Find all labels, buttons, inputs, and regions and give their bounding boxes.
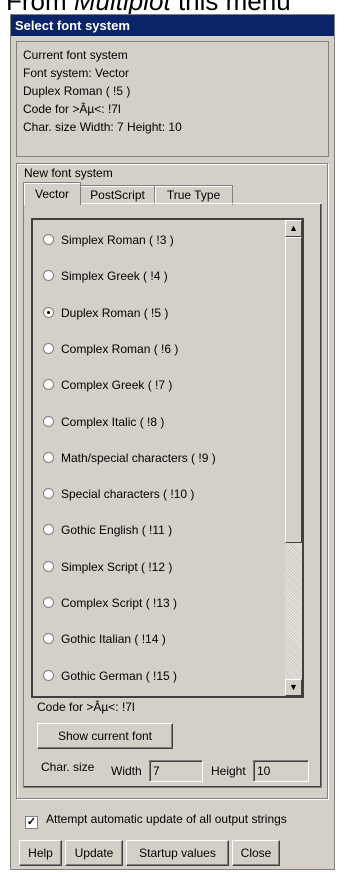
current-heading: Current font system xyxy=(23,48,128,62)
radio-button[interactable] xyxy=(43,597,54,608)
current-font-info: Current font system Font system: Vector … xyxy=(16,41,329,157)
font-radio-label: Simplex Greek ( !4 ) xyxy=(61,269,168,284)
height-label: Height xyxy=(211,764,246,778)
font-radio-label: Gothic Italian ( !14 ) xyxy=(61,632,166,647)
radio-button[interactable] xyxy=(43,415,54,427)
radio-button[interactable] xyxy=(43,669,54,681)
font-radio-item[interactable]: Gothic Italian ( !14 ) xyxy=(43,629,166,649)
font-radio-item[interactable]: Complex Roman ( !6 ) xyxy=(43,339,178,359)
tab-postscript[interactable]: PostScript xyxy=(79,185,156,205)
font-radio-label: Simplex Roman ( !3 ) xyxy=(61,233,174,247)
font-radio-label: Simplex Script ( !12 ) xyxy=(61,559,173,574)
font-radio-item[interactable]: Duplex Roman ( !5 ) xyxy=(43,303,168,323)
font-radio-item[interactable]: Simplex Script ( !12 ) xyxy=(43,557,172,577)
radio-button[interactable] xyxy=(43,488,54,500)
radio-button[interactable] xyxy=(43,451,54,463)
auto-update-label: Attempt automatic update of all output s… xyxy=(46,812,287,826)
width-label: Width xyxy=(111,764,142,778)
scroll-down-icon[interactable]: ▼ xyxy=(285,679,302,696)
new-font-group: New font system Vector PostScript True T… xyxy=(16,163,329,800)
current-code: Code for >Âµ<: !7l xyxy=(23,102,121,116)
scroll-thumb[interactable] xyxy=(285,237,302,543)
radio-button[interactable] xyxy=(43,306,54,318)
radio-button[interactable] xyxy=(43,524,54,536)
radio-button[interactable] xyxy=(43,633,54,645)
current-char-size: Char. size Width: 7 Height: 10 xyxy=(23,120,182,134)
radio-button[interactable] xyxy=(43,342,54,354)
font-radio-label: Duplex Roman ( !5 ) xyxy=(61,305,169,320)
scroll-up-icon[interactable]: ▲ xyxy=(285,220,302,237)
font-radio-item[interactable]: Gothic English ( !11 ) xyxy=(43,520,172,540)
font-radio-label: Complex Greek ( !7 ) xyxy=(61,378,173,393)
current-font-system: Font system: Vector xyxy=(23,66,130,80)
radio-button[interactable] xyxy=(43,270,54,282)
font-radio-item[interactable]: Simplex Greek ( !4 ) xyxy=(43,266,168,286)
current-font: Duplex Roman ( !5 ) xyxy=(23,84,131,98)
tab-truetype[interactable]: True Type xyxy=(154,185,233,205)
font-radio-label: Gothic German ( !15 ) xyxy=(61,668,178,683)
font-radio-label: Special characters ( !10 ) xyxy=(61,487,195,502)
font-radio-label: Complex Roman ( !6 ) xyxy=(61,341,179,356)
code-line: Code for >Âµ<: !7l xyxy=(37,700,135,714)
font-radio-item[interactable]: Complex Greek ( !7 ) xyxy=(43,375,172,395)
font-radio-label: Gothic English ( !11 ) xyxy=(61,523,173,538)
checkmark-icon: ✓ xyxy=(26,816,37,828)
font-radio-label: Math/special characters ( !9 ) xyxy=(61,450,216,465)
select-font-dialog: Select font system Current font system F… xyxy=(10,14,335,870)
char-size-label: Char. size xyxy=(41,760,95,774)
width-field[interactable]: 7 xyxy=(149,760,203,782)
height-field[interactable]: 10 xyxy=(253,760,309,782)
font-list-scrollbar[interactable]: ▲ ▼ xyxy=(285,220,302,696)
font-radio-label: Complex Italic ( !8 ) xyxy=(61,414,165,429)
auto-update-row[interactable]: ✓ Attempt automatic update of all output … xyxy=(25,812,287,829)
font-radio-item[interactable]: Special characters ( !10 ) xyxy=(43,484,194,504)
font-radio-item[interactable]: Complex Italic ( !8 ) xyxy=(43,412,164,432)
font-list[interactable]: Simplex Roman ( !3 ) Simplex Greek ( !4 )… xyxy=(31,218,304,698)
dialog-title: Select font system xyxy=(11,15,334,36)
update-button[interactable]: Update xyxy=(65,840,123,866)
radio-button[interactable] xyxy=(43,560,54,572)
radio-button[interactable] xyxy=(43,234,54,245)
font-radio-item[interactable]: Simplex Roman ( !3 ) xyxy=(43,230,174,250)
font-radio-item[interactable]: Complex Script ( !13 ) xyxy=(43,593,177,613)
show-current-font-button[interactable]: Show current font xyxy=(37,723,173,749)
font-radio-item[interactable]: Math/special characters ( !9 ) xyxy=(43,448,216,468)
tab-vector[interactable]: Vector xyxy=(23,182,81,205)
close-button[interactable]: Close xyxy=(232,840,280,866)
auto-update-checkbox[interactable]: ✓ xyxy=(25,816,38,829)
font-radio-label: Complex Script ( !13 ) xyxy=(61,596,178,610)
help-button[interactable]: Help xyxy=(19,840,62,866)
new-font-label: New font system xyxy=(24,166,113,180)
radio-button[interactable] xyxy=(43,379,54,391)
scroll-track[interactable] xyxy=(285,543,302,679)
font-radio-item[interactable]: Gothic German ( !15 ) xyxy=(43,666,177,686)
startup-values-button[interactable]: Startup values xyxy=(126,840,229,866)
